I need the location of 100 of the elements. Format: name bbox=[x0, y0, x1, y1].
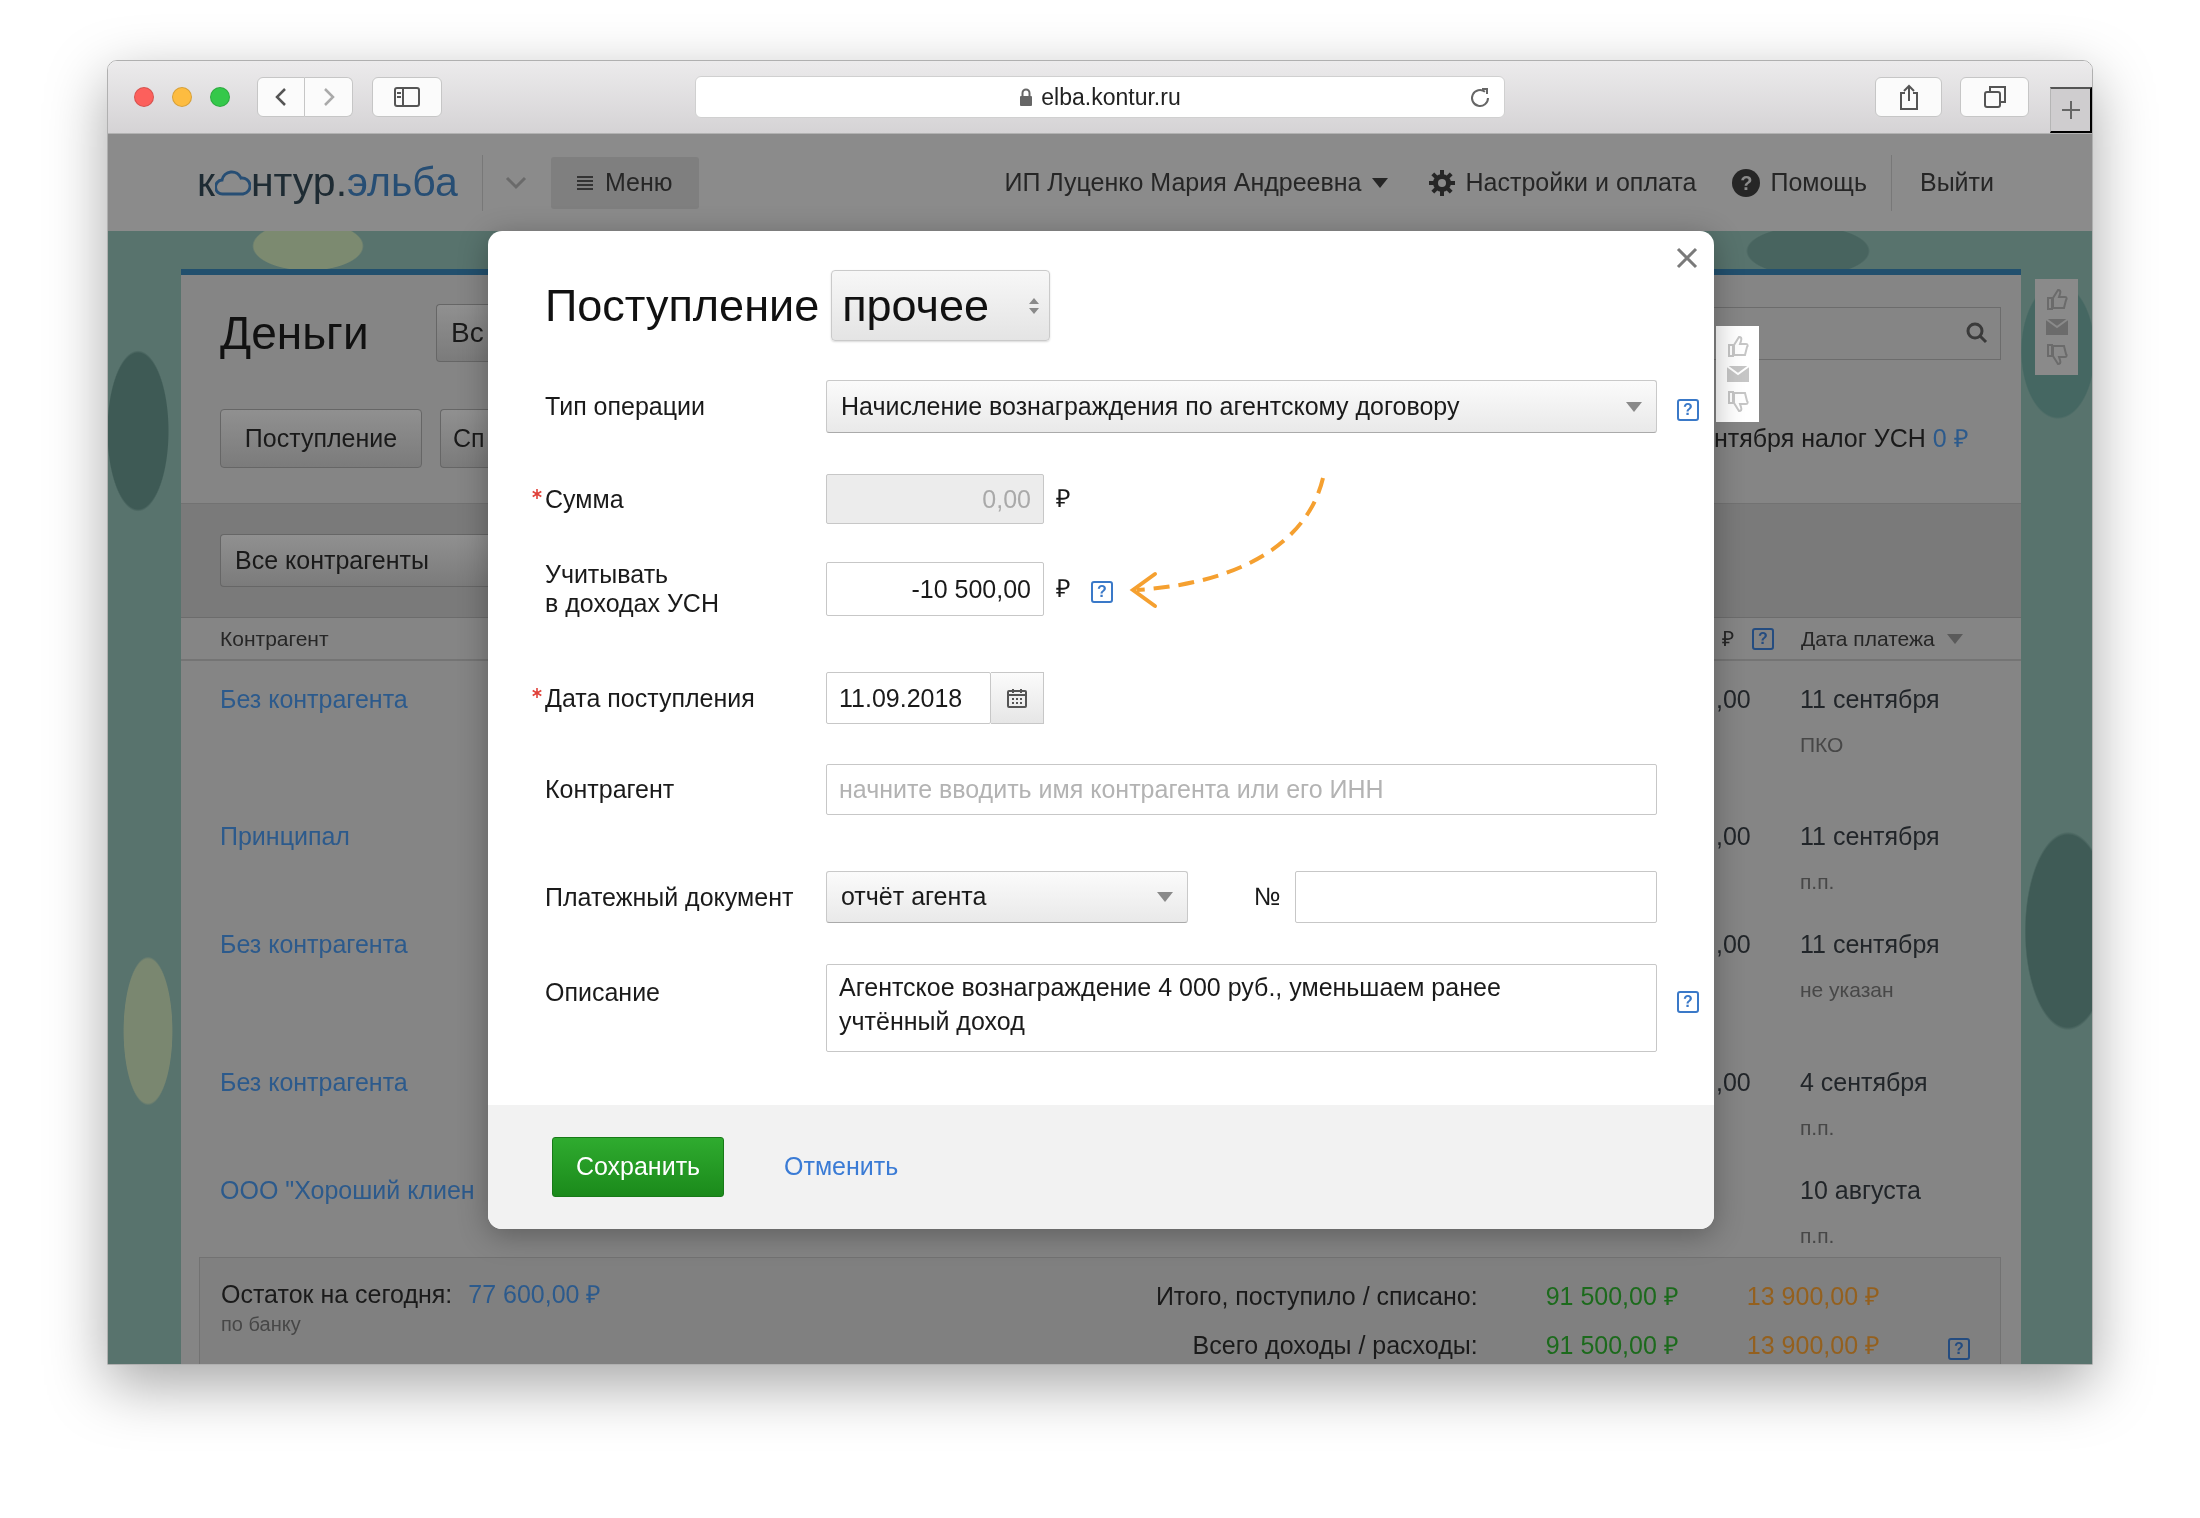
filter-button[interactable]: Вс bbox=[436, 304, 488, 362]
sidebar-button[interactable] bbox=[372, 77, 442, 117]
expense-amount: 13 900,00 ₽ bbox=[1746, 1280, 1880, 1312]
thumbs-up-icon[interactable] bbox=[2045, 287, 2068, 310]
tabs-icon bbox=[1983, 86, 2006, 108]
envelope-icon[interactable] bbox=[2045, 319, 2068, 335]
field-label: Тип операции bbox=[544, 392, 707, 421]
minimize-window-button[interactable] bbox=[172, 87, 192, 107]
address-bar[interactable]: elba.kontur.ru bbox=[695, 76, 1505, 118]
sidebar-icon bbox=[394, 87, 420, 107]
amount-text: ,00 bbox=[1716, 930, 1751, 958]
date-input[interactable]: 11.09.2018 bbox=[826, 672, 991, 724]
required-asterisk-icon bbox=[532, 488, 542, 499]
document-number-input[interactable] bbox=[1295, 871, 1657, 923]
url-text: elba.kontur.ru bbox=[1041, 82, 1181, 112]
balance-label: Остаток на сегодня: bbox=[221, 1279, 453, 1310]
document-type: п.п. bbox=[1800, 1222, 1836, 1249]
cloud-logo-icon bbox=[214, 169, 251, 196]
caret-icon bbox=[1371, 177, 1388, 188]
number-label: № bbox=[1254, 881, 1282, 913]
thumbs-up-icon[interactable] bbox=[1726, 334, 1749, 357]
payment-date: 11 сентября bbox=[1800, 929, 1940, 960]
menu-button[interactable]: Меню bbox=[550, 156, 699, 209]
calendar-icon bbox=[1007, 688, 1027, 708]
logo-text: нтур. bbox=[250, 157, 348, 207]
help-link[interactable]: ? Помощь bbox=[1732, 163, 1867, 202]
column-header: Контрагент bbox=[220, 625, 329, 652]
amount-input[interactable]: -10 500,00 bbox=[826, 562, 1044, 616]
payment-date: 10 августа bbox=[1800, 1175, 1921, 1206]
payment-date: 11 сентября bbox=[1800, 684, 1940, 715]
logo-text: к bbox=[197, 157, 215, 207]
field-label: Контрагент bbox=[544, 775, 676, 804]
operation-type-select[interactable]: Начисление вознаграждения по агентскому договору bbox=[826, 380, 1657, 433]
expense-amount: 13 900,00 ₽ bbox=[1746, 1329, 1880, 1361]
menu-icon bbox=[576, 174, 593, 191]
required-asterisk-icon bbox=[532, 687, 542, 698]
close-window-button[interactable] bbox=[134, 87, 154, 107]
new-tab-button[interactable] bbox=[2050, 87, 2092, 133]
column-header: ₽ bbox=[1722, 625, 1734, 652]
tabs-button[interactable] bbox=[1960, 77, 2029, 117]
currency-symbol: ₽ bbox=[1056, 483, 1071, 515]
calendar-button[interactable] bbox=[991, 672, 1044, 724]
field-label: Дата поступления bbox=[531, 683, 826, 713]
thumbs-down-icon[interactable] bbox=[1726, 391, 1749, 414]
envelope-icon[interactable] bbox=[1726, 366, 1749, 382]
counterparty-input[interactable]: начните вводить имя контрагента или его ИНН bbox=[826, 764, 1657, 815]
amount-text: ,00 bbox=[1716, 1068, 1751, 1096]
income-amount: 91 500,00 ₽ bbox=[1545, 1329, 1679, 1361]
counterparty-filter[interactable]: Все контрагенты bbox=[220, 534, 488, 587]
save-button[interactable]: Сохранить bbox=[552, 1137, 724, 1197]
reload-button[interactable] bbox=[1468, 85, 1492, 110]
reload-icon bbox=[1468, 85, 1492, 110]
field-label: Учитывать в доходах УСН bbox=[544, 560, 720, 618]
caret-icon bbox=[1626, 401, 1642, 412]
page-title: Деньги bbox=[220, 305, 369, 361]
share-button[interactable] bbox=[1875, 77, 1942, 117]
description-input[interactable]: Агентское вознаграждение 4 000 руб., уменьшаем ранее учтённый доход bbox=[826, 964, 1657, 1052]
zoom-window-button[interactable] bbox=[210, 87, 230, 107]
forward-icon bbox=[322, 87, 335, 107]
field-label: Платежный документ bbox=[544, 882, 795, 912]
sort-column-header[interactable]: Дата платежа bbox=[1801, 622, 1963, 655]
subtype-select[interactable]: прочее bbox=[831, 270, 1051, 341]
dialog-title: Поступление bbox=[545, 278, 820, 333]
totals-label: Итого, поступило / списано: bbox=[1155, 1280, 1478, 1312]
gear-icon bbox=[1427, 168, 1456, 197]
logout-link[interactable]: Выйти bbox=[1919, 163, 1994, 202]
document-type: п.п. bbox=[1800, 868, 1836, 895]
balance-note: по банку bbox=[221, 1313, 302, 1334]
payment-date: 4 сентября bbox=[1800, 1067, 1928, 1098]
plus-icon bbox=[2060, 100, 2081, 120]
account-dropdown[interactable]: ИП Луценко Мария Андреевна bbox=[1004, 163, 1388, 202]
payment-date: 11 сентября bbox=[1800, 821, 1940, 852]
logo-accent-text: эльба bbox=[347, 157, 458, 207]
back-button[interactable] bbox=[257, 77, 305, 117]
amount-text: ,00 bbox=[1716, 822, 1751, 850]
action-button[interactable]: Поступление bbox=[220, 409, 422, 468]
currency-symbol: ₽ bbox=[1056, 573, 1071, 605]
cancel-link[interactable]: Отменить bbox=[784, 1148, 899, 1186]
field-label: Сумма bbox=[531, 484, 826, 514]
help-icon: ? bbox=[1732, 168, 1761, 197]
caret-icon bbox=[1157, 892, 1173, 902]
back-icon bbox=[275, 87, 287, 107]
help-button[interactable]: ? bbox=[1752, 627, 1774, 650]
settings-link[interactable]: Настройки и оплата bbox=[1427, 163, 1697, 202]
document-type: ПКО bbox=[1800, 731, 1845, 758]
document-type: п.п. bbox=[1800, 1114, 1836, 1141]
lock-icon bbox=[1019, 88, 1034, 106]
payment-document-select[interactable]: отчёт агента bbox=[826, 871, 1188, 923]
field-label: Описание bbox=[544, 977, 662, 1007]
search-icon bbox=[1966, 322, 1988, 344]
totals-label: Всего доходы / расходы: bbox=[1191, 1329, 1478, 1361]
search-field[interactable] bbox=[1714, 306, 2001, 360]
action-button[interactable]: Сп bbox=[440, 409, 488, 468]
tax-notice: нтября налог УСН 0 ₽ bbox=[1714, 422, 1969, 454]
up-down-caret-icon bbox=[1029, 296, 1040, 315]
income-amount: 91 500,00 ₽ bbox=[1545, 1280, 1679, 1312]
document-type: не указан bbox=[1800, 976, 1895, 1003]
close-button[interactable] bbox=[1676, 245, 1698, 269]
thumbs-down-icon[interactable] bbox=[2045, 344, 2068, 367]
close-icon bbox=[1676, 246, 1698, 269]
